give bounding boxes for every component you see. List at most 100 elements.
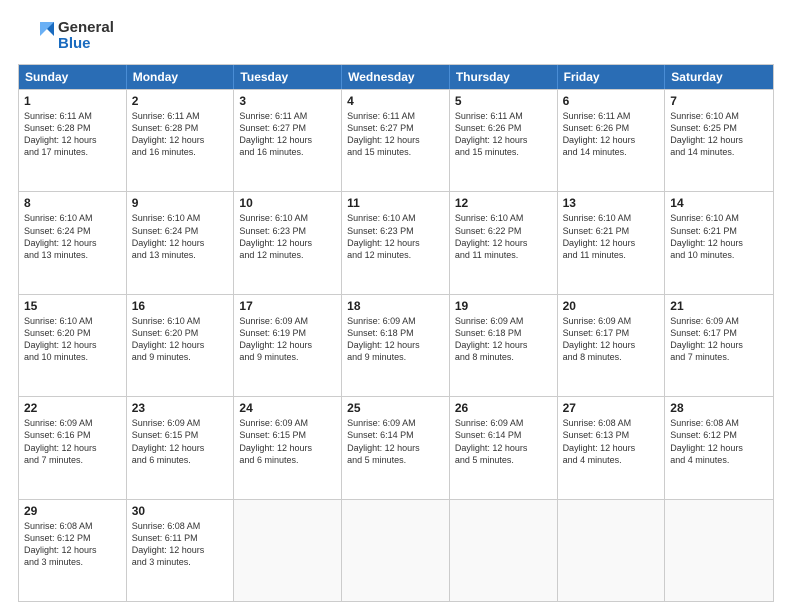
cal-cell: 7Sunrise: 6:10 AM Sunset: 6:25 PM Daylig… (665, 90, 773, 191)
day-number: 28 (670, 401, 768, 415)
col-header-saturday: Saturday (665, 65, 773, 89)
logo-blue: Blue (58, 36, 114, 53)
cell-info: Sunrise: 6:09 AM Sunset: 6:14 PM Dayligh… (347, 417, 444, 466)
cal-cell (234, 500, 342, 601)
cell-info: Sunrise: 6:11 AM Sunset: 6:28 PM Dayligh… (132, 110, 229, 159)
cal-cell: 11 Sunrise: 6:10 AM Sunset: 6:23 PM Dayli… (342, 192, 450, 293)
col-header-sunday: Sunday (19, 65, 127, 89)
cell-info: Sunrise: 6:11 AM Sunset: 6:27 PM Dayligh… (347, 110, 444, 159)
day-number: 11 (347, 196, 444, 210)
cell-info: Sunrise: 6:08 AM Sunset: 6:13 PM Dayligh… (563, 417, 660, 466)
cell-info: Sunrise: 6:10 AM Sunset: 6:24 PM Dayligh… (24, 212, 121, 261)
cell-info: Sunrise: 6:09 AM Sunset: 6:15 PM Dayligh… (132, 417, 229, 466)
day-number: 6 (563, 94, 660, 108)
week-row-2: 8Sunrise: 6:10 AM Sunset: 6:24 PM Daylig… (19, 191, 773, 293)
day-number: 1 (24, 94, 121, 108)
cell-info: Sunrise: 6:08 AM Sunset: 6:12 PM Dayligh… (670, 417, 768, 466)
day-number: 17 (239, 299, 336, 313)
day-number: 22 (24, 401, 121, 415)
cal-cell: 14 Sunrise: 6:10 AM Sunset: 6:21 PM Dayli… (665, 192, 773, 293)
day-number: 14 (670, 196, 768, 210)
day-number: 18 (347, 299, 444, 313)
cal-cell: 4 Sunrise: 6:11 AM Sunset: 6:27 PM Daylig… (342, 90, 450, 191)
week-row-1: 1 Sunrise: 6:11 AM Sunset: 6:28 PM Daylig… (19, 89, 773, 191)
cell-info: Sunrise: 6:08 AM Sunset: 6:12 PM Dayligh… (24, 520, 121, 569)
logo-general: General (58, 20, 114, 37)
cal-cell (450, 500, 558, 601)
cal-cell (665, 500, 773, 601)
day-number: 9 (132, 196, 229, 210)
cell-info: Sunrise: 6:10 AM Sunset: 6:20 PM Dayligh… (132, 315, 229, 364)
cal-cell (558, 500, 666, 601)
cal-cell (342, 500, 450, 601)
cal-cell: 8Sunrise: 6:10 AM Sunset: 6:24 PM Daylig… (19, 192, 127, 293)
day-number: 27 (563, 401, 660, 415)
cal-cell: 13 Sunrise: 6:10 AM Sunset: 6:21 PM Dayli… (558, 192, 666, 293)
cell-info: Sunrise: 6:10 AM Sunset: 6:24 PM Dayligh… (132, 212, 229, 261)
cal-cell: 23 Sunrise: 6:09 AM Sunset: 6:15 PM Dayli… (127, 397, 235, 498)
day-number: 4 (347, 94, 444, 108)
cell-info: Sunrise: 6:10 AM Sunset: 6:23 PM Dayligh… (347, 212, 444, 261)
cal-cell: 16 Sunrise: 6:10 AM Sunset: 6:20 PM Dayli… (127, 295, 235, 396)
cal-cell: 3 Sunrise: 6:11 AM Sunset: 6:27 PM Daylig… (234, 90, 342, 191)
day-number: 12 (455, 196, 552, 210)
day-number: 2 (132, 94, 229, 108)
calendar-body: 1 Sunrise: 6:11 AM Sunset: 6:28 PM Daylig… (19, 89, 773, 601)
cal-cell: 17 Sunrise: 6:09 AM Sunset: 6:19 PM Dayli… (234, 295, 342, 396)
cell-info: Sunrise: 6:11 AM Sunset: 6:26 PM Dayligh… (563, 110, 660, 159)
cal-cell: 26 Sunrise: 6:09 AM Sunset: 6:14 PM Dayli… (450, 397, 558, 498)
day-number: 15 (24, 299, 121, 313)
cell-info: Sunrise: 6:11 AM Sunset: 6:28 PM Dayligh… (24, 110, 121, 159)
week-row-5: 29 Sunrise: 6:08 AM Sunset: 6:12 PM Dayli… (19, 499, 773, 601)
cell-info: Sunrise: 6:08 AM Sunset: 6:11 PM Dayligh… (132, 520, 229, 569)
cell-info: Sunrise: 6:11 AM Sunset: 6:26 PM Dayligh… (455, 110, 552, 159)
cell-info: Sunrise: 6:09 AM Sunset: 6:14 PM Dayligh… (455, 417, 552, 466)
cal-cell: 29 Sunrise: 6:08 AM Sunset: 6:12 PM Dayli… (19, 500, 127, 601)
cal-cell: 22Sunrise: 6:09 AM Sunset: 6:16 PM Dayli… (19, 397, 127, 498)
cell-info: Sunrise: 6:09 AM Sunset: 6:15 PM Dayligh… (239, 417, 336, 466)
day-number: 10 (239, 196, 336, 210)
day-number: 29 (24, 504, 121, 518)
day-number: 5 (455, 94, 552, 108)
cal-cell: 1 Sunrise: 6:11 AM Sunset: 6:28 PM Daylig… (19, 90, 127, 191)
cal-cell: 27 Sunrise: 6:08 AM Sunset: 6:13 PM Dayli… (558, 397, 666, 498)
col-header-thursday: Thursday (450, 65, 558, 89)
logo-svg (18, 18, 54, 54)
logo-text-block: GeneralBlue (58, 20, 114, 53)
cal-cell: 25Sunrise: 6:09 AM Sunset: 6:14 PM Dayli… (342, 397, 450, 498)
day-number: 26 (455, 401, 552, 415)
cal-cell: 2 Sunrise: 6:11 AM Sunset: 6:28 PM Daylig… (127, 90, 235, 191)
cell-info: Sunrise: 6:10 AM Sunset: 6:21 PM Dayligh… (563, 212, 660, 261)
day-number: 23 (132, 401, 229, 415)
header: GeneralBlue (18, 18, 774, 54)
cell-info: Sunrise: 6:10 AM Sunset: 6:21 PM Dayligh… (670, 212, 768, 261)
col-header-tuesday: Tuesday (234, 65, 342, 89)
cal-cell: 21 Sunrise: 6:09 AM Sunset: 6:17 PM Dayli… (665, 295, 773, 396)
cell-info: Sunrise: 6:09 AM Sunset: 6:17 PM Dayligh… (670, 315, 768, 364)
cell-info: Sunrise: 6:09 AM Sunset: 6:17 PM Dayligh… (563, 315, 660, 364)
day-number: 21 (670, 299, 768, 313)
day-number: 13 (563, 196, 660, 210)
cell-info: Sunrise: 6:11 AM Sunset: 6:27 PM Dayligh… (239, 110, 336, 159)
logo: GeneralBlue (18, 18, 114, 54)
cal-cell: 20Sunrise: 6:09 AM Sunset: 6:17 PM Dayli… (558, 295, 666, 396)
cal-cell: 30Sunrise: 6:08 AM Sunset: 6:11 PM Dayli… (127, 500, 235, 601)
cell-info: Sunrise: 6:10 AM Sunset: 6:23 PM Dayligh… (239, 212, 336, 261)
day-number: 16 (132, 299, 229, 313)
col-header-wednesday: Wednesday (342, 65, 450, 89)
day-number: 24 (239, 401, 336, 415)
day-number: 3 (239, 94, 336, 108)
cal-cell: 5 Sunrise: 6:11 AM Sunset: 6:26 PM Daylig… (450, 90, 558, 191)
week-row-4: 22Sunrise: 6:09 AM Sunset: 6:16 PM Dayli… (19, 396, 773, 498)
cal-cell: 9 Sunrise: 6:10 AM Sunset: 6:24 PM Daylig… (127, 192, 235, 293)
calendar-header-row: SundayMondayTuesdayWednesdayThursdayFrid… (19, 65, 773, 89)
cell-info: Sunrise: 6:09 AM Sunset: 6:18 PM Dayligh… (455, 315, 552, 364)
cell-info: Sunrise: 6:10 AM Sunset: 6:22 PM Dayligh… (455, 212, 552, 261)
cell-info: Sunrise: 6:09 AM Sunset: 6:18 PM Dayligh… (347, 315, 444, 364)
cal-cell: 19Sunrise: 6:09 AM Sunset: 6:18 PM Dayli… (450, 295, 558, 396)
cal-cell: 12 Sunrise: 6:10 AM Sunset: 6:22 PM Dayli… (450, 192, 558, 293)
cell-info: Sunrise: 6:09 AM Sunset: 6:19 PM Dayligh… (239, 315, 336, 364)
col-header-friday: Friday (558, 65, 666, 89)
day-number: 7 (670, 94, 768, 108)
calendar: SundayMondayTuesdayWednesdayThursdayFrid… (18, 64, 774, 602)
